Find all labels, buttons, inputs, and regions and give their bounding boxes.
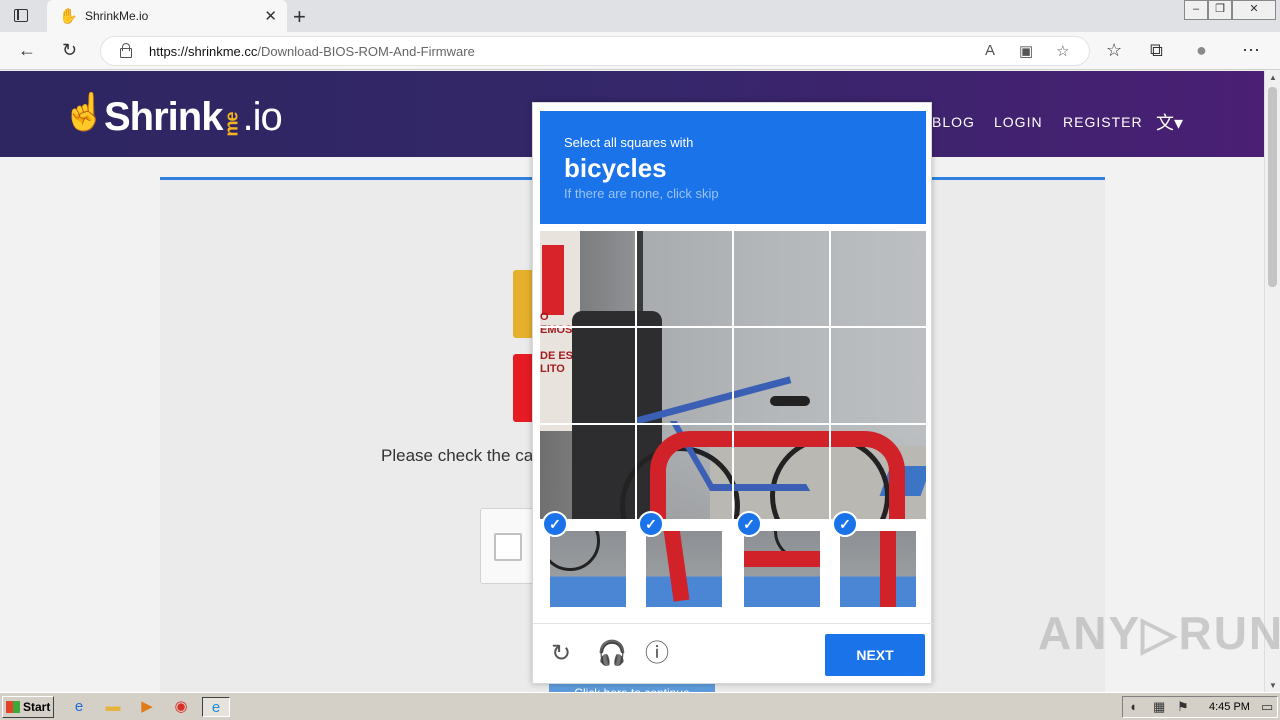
- bike-rack: [650, 431, 905, 521]
- check-icon: ✓: [542, 511, 568, 537]
- new-tab-button[interactable]: +: [293, 4, 306, 30]
- anyrun-watermark: ANY▷RUN: [1038, 607, 1280, 659]
- add-favorite-icon[interactable]: ☆: [1056, 42, 1069, 60]
- check-icon: ✓: [638, 511, 664, 537]
- clock[interactable]: 4:45 PM: [1209, 701, 1250, 713]
- refresh-challenge-icon[interactable]: ↻: [551, 641, 571, 667]
- prompt-line: Select all squares with: [564, 135, 694, 150]
- prompt-target: bicycles: [564, 153, 667, 183]
- nav-register[interactable]: REGISTER: [1063, 114, 1143, 130]
- explorer-folder-icon[interactable]: ▬: [102, 697, 124, 717]
- language-icon[interactable]: 文▾: [1156, 109, 1183, 135]
- next-button[interactable]: NEXT: [825, 634, 925, 676]
- selected-tile[interactable]: [550, 531, 626, 607]
- tab-title: ShrinkMe.io: [85, 9, 149, 23]
- vertical-scrollbar[interactable]: ▲ ▼: [1264, 71, 1280, 692]
- network-icon[interactable]: ▦: [1153, 699, 1165, 715]
- captcha-prompt: Select all squares with bicycles If ther…: [540, 111, 926, 224]
- captcha-checkbox-widget[interactable]: [480, 508, 540, 584]
- captcha-challenge-dialog: Select all squares with bicycles If ther…: [532, 102, 933, 685]
- edge-icon[interactable]: e: [202, 697, 230, 717]
- captcha-instruction: Please check the ca: [381, 446, 534, 465]
- nav-login[interactable]: LOGIN: [994, 114, 1043, 130]
- profile-avatar-icon[interactable]: ●: [1196, 40, 1207, 60]
- shrinkme-favicon-icon: ✋: [59, 8, 78, 25]
- selected-tiles-row: ✓ ✓ ✓ ✓: [540, 511, 926, 621]
- minimize-button[interactable]: –: [1184, 0, 1208, 20]
- close-window-button[interactable]: ✕: [1232, 0, 1276, 20]
- tab-actions-icon[interactable]: [10, 7, 32, 25]
- address-bar[interactable]: https://shrinkme.cc/Download-BIOS-ROM-An…: [100, 36, 1090, 66]
- check-icon: ✓: [736, 511, 762, 537]
- scrollbar-thumb[interactable]: [1268, 87, 1277, 287]
- lock-icon[interactable]: [119, 43, 132, 58]
- system-tray: ◖ ▦ ⚑ 4:45 PM ▭: [1122, 696, 1278, 718]
- selected-tile[interactable]: [646, 531, 722, 607]
- windows-flag-icon: [6, 701, 20, 713]
- read-aloud-icon[interactable]: A: [985, 42, 995, 59]
- captcha-footer: ↻ 🎧 ⓘ NEXT: [533, 623, 933, 685]
- selected-tile[interactable]: [840, 531, 916, 607]
- ie-icon[interactable]: e: [68, 697, 90, 717]
- scroll-down-icon[interactable]: ▼: [1269, 681, 1277, 690]
- favorites-icon[interactable]: ☆: [1106, 40, 1122, 60]
- volume-icon[interactable]: ◖: [1129, 699, 1137, 714]
- nav-blog[interactable]: BLOG: [932, 114, 975, 130]
- audio-challenge-icon[interactable]: 🎧: [597, 641, 627, 667]
- info-icon[interactable]: ⓘ: [645, 641, 669, 667]
- immersive-reader-icon[interactable]: ▣: [1019, 42, 1033, 60]
- prompt-hint: If there are none, click skip: [564, 186, 719, 201]
- storefront-sign-text: O EMOS DE ES LITO: [540, 311, 574, 375]
- tab-bar: ✋ ShrinkMe.io ✕ + – ❐ ✕: [0, 0, 1280, 32]
- start-button[interactable]: Start: [2, 696, 54, 718]
- tab-close-icon[interactable]: ✕: [264, 7, 277, 25]
- collections-icon[interactable]: ⧉: [1150, 40, 1163, 60]
- back-arrow-icon[interactable]: ←: [18, 40, 36, 60]
- url-text[interactable]: https://shrinkme.cc/Download-BIOS-ROM-An…: [149, 44, 475, 59]
- show-desktop-icon[interactable]: ▭: [1261, 699, 1273, 715]
- hand-pointer-icon: ☝: [62, 91, 107, 132]
- restore-button[interactable]: ❐: [1208, 0, 1232, 20]
- more-menu-icon[interactable]: ⋯: [1242, 40, 1260, 60]
- bicycle-seat: [770, 396, 810, 406]
- selected-tile[interactable]: [744, 531, 820, 607]
- browser-toolbar: ← ↻ https://shrinkme.cc/Download-BIOS-RO…: [0, 32, 1280, 70]
- refresh-icon[interactable]: ↻: [62, 40, 77, 60]
- media-player-icon[interactable]: ▶: [136, 697, 158, 717]
- scroll-up-icon[interactable]: ▲: [1269, 73, 1277, 82]
- chrome-icon[interactable]: ◉: [170, 697, 192, 717]
- check-icon: ✓: [832, 511, 858, 537]
- browser-tab[interactable]: ✋ ShrinkMe.io ✕: [47, 0, 287, 32]
- action-center-flag-icon[interactable]: ⚑: [1177, 699, 1189, 715]
- challenge-image-grid[interactable]: O EMOS DE ES LITO: [540, 231, 926, 521]
- captcha-checkbox[interactable]: [494, 533, 522, 561]
- taskbar: Start e ▬ ▶ ◉ e ◖ ▦ ⚑ 4:45 PM ▭: [0, 692, 1280, 720]
